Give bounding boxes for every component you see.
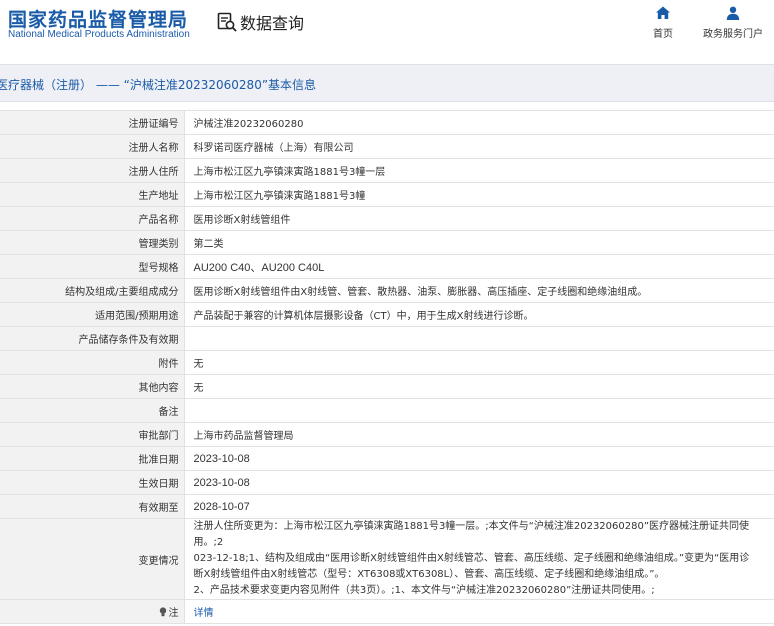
change-line: 断X射线管组件由X射线管芯（型号：XT6308或XT6308L）、管套、高压线缆… <box>193 569 665 580</box>
field-value: AU200 C40、AU200 C40L <box>184 254 774 279</box>
registration-info-table: 注册证编号 沪械注准20232060280 注册人名称 科罗诺司医疗器械（上海）… <box>0 110 774 624</box>
lightbulb-icon <box>159 607 166 617</box>
field-value: 2023-10-08 <box>184 470 774 495</box>
table-row: 管理类别 第二类 <box>0 230 774 255</box>
table-row: 注册人住所 上海市松江区九亭镇涞寅路1881号3幢一层 <box>0 158 774 183</box>
change-line: 2、产品技术要求变更内容见附件（共3页）。;1、本文件与“沪械注准2023206… <box>193 585 655 596</box>
field-value: 产品装配于兼容的计算机体层摄影设备（CT）中，用于生成X射线进行诊断。 <box>184 302 774 327</box>
breadcrumb-bar: 医疗器械（注册） —— “沪械注准20232060280”基本信息 <box>0 64 774 102</box>
details-link[interactable]: 详情 <box>194 608 214 619</box>
field-value: 上海市松江区九亭镇涞寅路1881号3幢一层 <box>184 158 774 183</box>
field-value: 医用诊断X射线管组件 <box>184 206 774 231</box>
field-label: 变更情况 <box>0 518 185 600</box>
table-row-change: 变更情况 注册人住所变更为：上海市松江区九亭镇涞寅路1881号3幢一层。;本文件… <box>0 518 774 600</box>
table-row: 备注 <box>0 398 774 423</box>
field-value: 医用诊断X射线管组件由X射线管、管套、散热器、油泵、膨胀器、高压插座、定子线圈和… <box>184 278 774 303</box>
field-label: 产品名称 <box>0 206 185 231</box>
field-value: 2023-10-08 <box>184 446 774 471</box>
home-icon <box>656 6 670 19</box>
table-row: 产品储存条件及有效期 <box>0 326 774 351</box>
table-row: 结构及组成/主要组成成分 医用诊断X射线管组件由X射线管、管套、散热器、油泵、膨… <box>0 278 774 303</box>
table-row: 适用范围/预期用途 产品装配于兼容的计算机体层摄影设备（CT）中，用于生成X射线… <box>0 302 774 327</box>
field-value: 详情 <box>184 599 774 624</box>
field-label: 适用范围/预期用途 <box>0 302 185 327</box>
field-label: 其他内容 <box>0 374 185 399</box>
table-row: 审批部门 上海市药品监督管理局 <box>0 422 774 447</box>
field-value: 无 <box>184 374 774 399</box>
field-value: 上海市药品监督管理局 <box>184 422 774 447</box>
field-label: 产品储存条件及有效期 <box>0 326 185 351</box>
table-row: 生效日期 2023-10-08 <box>0 470 774 495</box>
table-row: 型号规格 AU200 C40、AU200 C40L <box>0 254 774 279</box>
nav-home-label: 首页 <box>653 29 673 40</box>
nav-home[interactable]: 首页 <box>651 5 675 40</box>
field-value: 2028-10-07 <box>184 494 774 519</box>
table-row: 注册人名称 科罗诺司医疗器械（上海）有限公司 <box>0 134 774 159</box>
field-value: 无 <box>184 350 774 375</box>
table-row: 注册证编号 沪械注准20232060280 <box>0 110 774 135</box>
field-label: 附件 <box>0 350 185 375</box>
field-value <box>184 326 774 351</box>
site-logo-en[interactable]: National Medical Products Administration <box>8 29 190 40</box>
field-label: 生效日期 <box>0 470 185 495</box>
field-value: 科罗诺司医疗器械（上海）有限公司 <box>184 134 774 159</box>
field-label: 备注 <box>0 398 185 423</box>
table-row: 批准日期 2023-10-08 <box>0 446 774 471</box>
table-row: 有效期至 2028-10-07 <box>0 494 774 519</box>
nav-portal[interactable]: 政务服务门户 <box>700 5 766 40</box>
field-value: 上海市松江区九亭镇涞寅路1881号3幢 <box>184 182 774 207</box>
change-details: 注册人住所变更为：上海市松江区九亭镇涞寅路1881号3幢一层。;本文件与“沪械注… <box>184 518 774 600</box>
field-label: 审批部门 <box>0 422 185 447</box>
field-label: 生产地址 <box>0 182 185 207</box>
data-query-title: 数据查询 <box>217 10 304 34</box>
note-label: 注 <box>168 608 179 619</box>
field-label: 注册证编号 <box>0 110 185 135</box>
table-row: 其他内容 无 <box>0 374 774 399</box>
field-label: 批准日期 <box>0 446 185 471</box>
field-value: 沪械注准20232060280 <box>184 110 774 135</box>
field-value: 第二类 <box>184 230 774 255</box>
field-value <box>184 398 774 423</box>
site-header: 国家药品监督管理局 National Medical Products Admi… <box>0 0 774 58</box>
field-label: 管理类别 <box>0 230 185 255</box>
user-icon <box>726 6 740 20</box>
field-label: 结构及组成/主要组成成分 <box>0 278 185 303</box>
change-line: 注册人住所变更为：上海市松江区九亭镇涞寅路1881号3幢一层。;本文件与“沪械注… <box>193 521 750 548</box>
table-row: 生产地址 上海市松江区九亭镇涞寅路1881号3幢 <box>0 182 774 207</box>
field-label: 有效期至 <box>0 494 185 519</box>
breadcrumb: 医疗器械（注册） —— “沪械注准20232060280”基本信息 <box>0 78 317 92</box>
change-line: 023-12-18;1、结构及组成由“医用诊断X射线管组件由X射线管芯、管套、高… <box>193 553 750 564</box>
data-query-label: 数据查询 <box>240 14 305 33</box>
data-query-icon <box>217 12 237 32</box>
field-label: 型号规格 <box>0 254 185 279</box>
table-row: 产品名称 医用诊断X射线管组件 <box>0 206 774 231</box>
table-row: 附件 无 <box>0 350 774 375</box>
field-label: 注册人住所 <box>0 158 185 183</box>
nav-portal-label: 政务服务门户 <box>703 29 763 40</box>
site-logo-cn[interactable]: 国家药品监督管理局 <box>8 5 188 32</box>
field-label: 注册人名称 <box>0 134 185 159</box>
note-label-cell: 注 <box>0 599 185 624</box>
table-row-note: 注 详情 <box>0 599 774 624</box>
